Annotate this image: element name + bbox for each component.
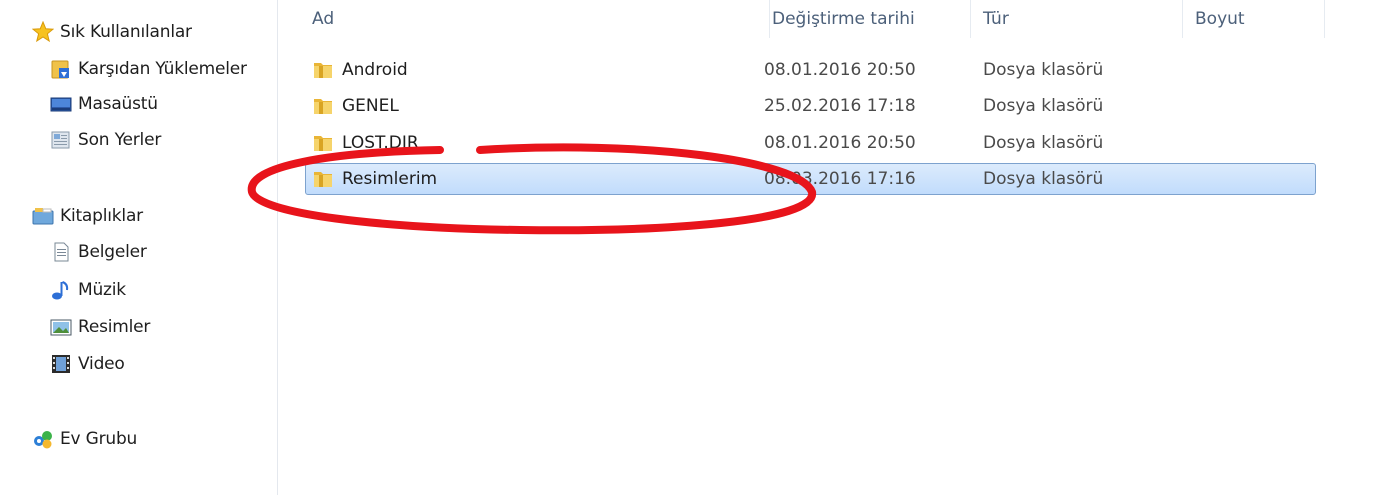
file-row-lost-dir[interactable]: LOST.DIR 08.01.2016 20:50 Dosya klasörü bbox=[305, 127, 1316, 159]
file-list-pane: Ad Değiştirme tarihi Tür Boyut Android 0… bbox=[278, 0, 1379, 495]
file-date: 25.02.2016 17:18 bbox=[764, 96, 916, 116]
file-type: Dosya klasörü bbox=[983, 169, 1104, 189]
nav-libraries-label: Kitaplıklar bbox=[60, 206, 143, 226]
homegroup-icon bbox=[32, 428, 54, 450]
folder-icon bbox=[312, 168, 334, 190]
file-type: Dosya klasörü bbox=[983, 133, 1104, 153]
downloads-folder-icon bbox=[50, 58, 72, 80]
nav-homegroup[interactable]: Ev Grubu bbox=[0, 424, 308, 454]
file-date: 08.03.2016 17:16 bbox=[764, 169, 916, 189]
file-date: 08.01.2016 20:50 bbox=[764, 60, 916, 80]
nav-item-label: Belgeler bbox=[78, 242, 147, 262]
nav-favorites[interactable]: Sık Kullanılanlar bbox=[0, 17, 308, 47]
file-type: Dosya klasörü bbox=[983, 60, 1104, 80]
recent-places-icon bbox=[50, 129, 72, 151]
nav-item-label: Video bbox=[78, 354, 125, 374]
nav-item-label: Karşıdan Yüklemeler bbox=[78, 59, 247, 79]
folder-icon bbox=[312, 132, 334, 154]
nav-favorites-label: Sık Kullanılanlar bbox=[60, 22, 192, 42]
column-header-label: Boyut bbox=[1195, 9, 1245, 29]
star-icon bbox=[32, 21, 54, 43]
nav-item-label: Masaüstü bbox=[78, 94, 158, 114]
folder-icon bbox=[312, 59, 334, 81]
libraries-icon bbox=[32, 205, 54, 227]
nav-libraries[interactable]: Kitaplıklar bbox=[0, 201, 308, 231]
file-name-cell: Resimlerim bbox=[312, 164, 437, 194]
nav-item-label: Son Yerler bbox=[78, 130, 162, 150]
pictures-icon bbox=[50, 316, 72, 338]
column-header-type[interactable]: Tür bbox=[971, 0, 1183, 38]
nav-item-label: Müzik bbox=[78, 280, 126, 300]
file-name: Android bbox=[342, 60, 408, 80]
navigation-pane: Sık Kullanılanlar Karşıdan Yüklemeler Ma… bbox=[0, 0, 278, 495]
column-header-size[interactable]: Boyut bbox=[1183, 0, 1325, 38]
file-name: LOST.DIR bbox=[342, 133, 419, 153]
music-note-icon bbox=[50, 279, 72, 301]
file-name: GENEL bbox=[342, 96, 399, 116]
file-row-android[interactable]: Android 08.01.2016 20:50 Dosya klasörü bbox=[305, 54, 1316, 86]
file-name-cell: LOST.DIR bbox=[312, 128, 419, 158]
column-header-name[interactable]: Ad bbox=[300, 0, 770, 38]
document-icon bbox=[50, 241, 72, 263]
file-row-genel[interactable]: GENEL 25.02.2016 17:18 Dosya klasörü bbox=[305, 90, 1316, 122]
folder-icon bbox=[312, 95, 334, 117]
file-row-resimlerim[interactable]: Resimlerim 08.03.2016 17:16 Dosya klasör… bbox=[305, 163, 1316, 195]
column-header-label: Tür bbox=[983, 9, 1009, 29]
desktop-icon bbox=[50, 93, 72, 115]
file-name-cell: Android bbox=[312, 55, 408, 85]
video-film-icon bbox=[50, 353, 72, 375]
file-name-cell: GENEL bbox=[312, 91, 399, 121]
nav-item-label: Resimler bbox=[78, 317, 151, 337]
nav-homegroup-label: Ev Grubu bbox=[60, 429, 138, 449]
column-header-date[interactable]: Değiştirme tarihi bbox=[760, 0, 971, 38]
column-header-label: Değiştirme tarihi bbox=[772, 9, 915, 29]
file-name: Resimlerim bbox=[342, 169, 438, 189]
column-header-label: Ad bbox=[312, 9, 335, 29]
file-date: 08.01.2016 20:50 bbox=[764, 133, 916, 153]
file-type: Dosya klasörü bbox=[983, 96, 1104, 116]
